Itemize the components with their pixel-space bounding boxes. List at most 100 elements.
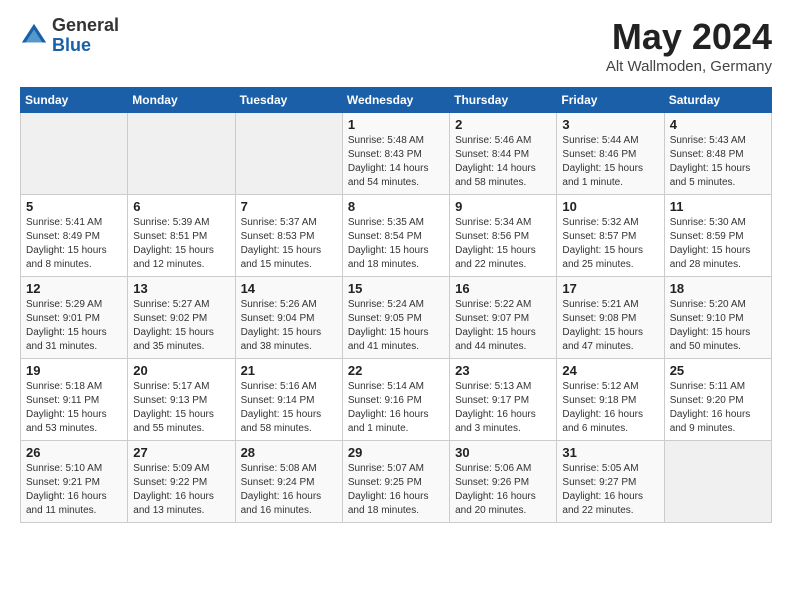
- page-header: General Blue May 2024 Alt Wallmoden, Ger…: [20, 16, 772, 75]
- week-row-4: 19 Sunrise: 5:18 AM Sunset: 9:11 PM Dayli…: [21, 359, 772, 441]
- day-number: 19: [26, 363, 122, 378]
- day-number: 18: [670, 281, 766, 296]
- day-cell: 27 Sunrise: 5:09 AM Sunset: 9:22 PM Dayli…: [128, 441, 235, 523]
- day-cell: 22 Sunrise: 5:14 AM Sunset: 9:16 PM Dayli…: [342, 359, 449, 441]
- day-cell: 24 Sunrise: 5:12 AM Sunset: 9:18 PM Dayli…: [557, 359, 664, 441]
- day-number: 25: [670, 363, 766, 378]
- day-cell: 17 Sunrise: 5:21 AM Sunset: 9:08 PM Dayli…: [557, 277, 664, 359]
- day-cell: 26 Sunrise: 5:10 AM Sunset: 9:21 PM Dayli…: [21, 441, 128, 523]
- header-thursday: Thursday: [450, 88, 557, 113]
- day-cell: [664, 441, 771, 523]
- day-number: 17: [562, 281, 658, 296]
- day-info: Sunrise: 5:29 AM Sunset: 9:01 PM Dayligh…: [26, 298, 122, 354]
- day-cell: 11 Sunrise: 5:30 AM Sunset: 8:59 PM Dayli…: [664, 195, 771, 277]
- day-info: Sunrise: 5:27 AM Sunset: 9:02 PM Dayligh…: [133, 298, 229, 354]
- day-info: Sunrise: 5:17 AM Sunset: 9:13 PM Dayligh…: [133, 380, 229, 436]
- header-tuesday: Tuesday: [235, 88, 342, 113]
- day-info: Sunrise: 5:34 AM Sunset: 8:56 PM Dayligh…: [455, 216, 551, 272]
- day-cell: 29 Sunrise: 5:07 AM Sunset: 9:25 PM Dayli…: [342, 441, 449, 523]
- day-number: 31: [562, 445, 658, 460]
- day-cell: 19 Sunrise: 5:18 AM Sunset: 9:11 PM Dayli…: [21, 359, 128, 441]
- day-number: 5: [26, 199, 122, 214]
- day-info: Sunrise: 5:46 AM Sunset: 8:44 PM Dayligh…: [455, 134, 551, 190]
- logo-blue-text: Blue: [52, 36, 119, 56]
- day-info: Sunrise: 5:48 AM Sunset: 8:43 PM Dayligh…: [348, 134, 444, 190]
- day-info: Sunrise: 5:41 AM Sunset: 8:49 PM Dayligh…: [26, 216, 122, 272]
- day-info: Sunrise: 5:20 AM Sunset: 9:10 PM Dayligh…: [670, 298, 766, 354]
- day-info: Sunrise: 5:43 AM Sunset: 8:48 PM Dayligh…: [670, 134, 766, 190]
- day-cell: [128, 113, 235, 195]
- header-friday: Friday: [557, 88, 664, 113]
- day-info: Sunrise: 5:37 AM Sunset: 8:53 PM Dayligh…: [241, 216, 337, 272]
- calendar-title: May 2024: [606, 16, 772, 58]
- day-cell: 12 Sunrise: 5:29 AM Sunset: 9:01 PM Dayli…: [21, 277, 128, 359]
- logo-icon: [20, 22, 48, 50]
- header-monday: Monday: [128, 88, 235, 113]
- day-number: 16: [455, 281, 551, 296]
- day-cell: 3Sunrise: 5:44 AM Sunset: 8:46 PM Daylig…: [557, 113, 664, 195]
- weekday-header-row: Sunday Monday Tuesday Wednesday Thursday…: [21, 88, 772, 113]
- day-cell: 2 Sunrise: 5:46 AM Sunset: 8:44 PM Daylig…: [450, 113, 557, 195]
- day-cell: 1Sunrise: 5:48 AM Sunset: 8:43 PM Daylig…: [342, 113, 449, 195]
- day-cell: 4 Sunrise: 5:43 AM Sunset: 8:48 PM Daylig…: [664, 113, 771, 195]
- day-info: Sunrise: 5:39 AM Sunset: 8:51 PM Dayligh…: [133, 216, 229, 272]
- day-number: 11: [670, 199, 766, 214]
- day-info: Sunrise: 5:08 AM Sunset: 9:24 PM Dayligh…: [241, 462, 337, 518]
- day-number: 29: [348, 445, 444, 460]
- day-number: 13: [133, 281, 229, 296]
- day-number: 26: [26, 445, 122, 460]
- day-number: 27: [133, 445, 229, 460]
- day-number: 4: [670, 117, 766, 132]
- day-info: Sunrise: 5:22 AM Sunset: 9:07 PM Dayligh…: [455, 298, 551, 354]
- header-wednesday: Wednesday: [342, 88, 449, 113]
- day-number: 23: [455, 363, 551, 378]
- day-cell: 15Sunrise: 5:24 AM Sunset: 9:05 PM Dayli…: [342, 277, 449, 359]
- day-number: 3: [562, 117, 658, 132]
- day-number: 12: [26, 281, 122, 296]
- day-cell: 21 Sunrise: 5:16 AM Sunset: 9:14 PM Dayli…: [235, 359, 342, 441]
- day-cell: 25 Sunrise: 5:11 AM Sunset: 9:20 PM Dayli…: [664, 359, 771, 441]
- day-cell: 31Sunrise: 5:05 AM Sunset: 9:27 PM Dayli…: [557, 441, 664, 523]
- logo: General Blue: [20, 16, 119, 56]
- day-info: Sunrise: 5:16 AM Sunset: 9:14 PM Dayligh…: [241, 380, 337, 436]
- day-cell: 14 Sunrise: 5:26 AM Sunset: 9:04 PM Dayli…: [235, 277, 342, 359]
- header-saturday: Saturday: [664, 88, 771, 113]
- day-info: Sunrise: 5:09 AM Sunset: 9:22 PM Dayligh…: [133, 462, 229, 518]
- day-number: 14: [241, 281, 337, 296]
- week-row-1: 1Sunrise: 5:48 AM Sunset: 8:43 PM Daylig…: [21, 113, 772, 195]
- day-info: Sunrise: 5:18 AM Sunset: 9:11 PM Dayligh…: [26, 380, 122, 436]
- header-sunday: Sunday: [21, 88, 128, 113]
- day-info: Sunrise: 5:14 AM Sunset: 9:16 PM Dayligh…: [348, 380, 444, 436]
- day-info: Sunrise: 5:21 AM Sunset: 9:08 PM Dayligh…: [562, 298, 658, 354]
- day-info: Sunrise: 5:11 AM Sunset: 9:20 PM Dayligh…: [670, 380, 766, 436]
- day-number: 10: [562, 199, 658, 214]
- day-number: 21: [241, 363, 337, 378]
- week-row-3: 12 Sunrise: 5:29 AM Sunset: 9:01 PM Dayli…: [21, 277, 772, 359]
- day-cell: 28 Sunrise: 5:08 AM Sunset: 9:24 PM Dayli…: [235, 441, 342, 523]
- day-cell: 5 Sunrise: 5:41 AM Sunset: 8:49 PM Daylig…: [21, 195, 128, 277]
- day-info: Sunrise: 5:07 AM Sunset: 9:25 PM Dayligh…: [348, 462, 444, 518]
- week-row-2: 5 Sunrise: 5:41 AM Sunset: 8:49 PM Daylig…: [21, 195, 772, 277]
- day-info: Sunrise: 5:26 AM Sunset: 9:04 PM Dayligh…: [241, 298, 337, 354]
- day-cell: 13 Sunrise: 5:27 AM Sunset: 9:02 PM Dayli…: [128, 277, 235, 359]
- day-number: 6: [133, 199, 229, 214]
- day-info: Sunrise: 5:35 AM Sunset: 8:54 PM Dayligh…: [348, 216, 444, 272]
- day-number: 9: [455, 199, 551, 214]
- title-block: May 2024 Alt Wallmoden, Germany: [606, 16, 772, 75]
- day-number: 15: [348, 281, 444, 296]
- day-info: Sunrise: 5:12 AM Sunset: 9:18 PM Dayligh…: [562, 380, 658, 436]
- calendar-location: Alt Wallmoden, Germany: [606, 58, 772, 75]
- day-info: Sunrise: 5:30 AM Sunset: 8:59 PM Dayligh…: [670, 216, 766, 272]
- day-number: 7: [241, 199, 337, 214]
- day-cell: 10Sunrise: 5:32 AM Sunset: 8:57 PM Dayli…: [557, 195, 664, 277]
- day-info: Sunrise: 5:10 AM Sunset: 9:21 PM Dayligh…: [26, 462, 122, 518]
- day-number: 2: [455, 117, 551, 132]
- day-cell: [235, 113, 342, 195]
- day-number: 22: [348, 363, 444, 378]
- day-cell: [21, 113, 128, 195]
- day-cell: 18 Sunrise: 5:20 AM Sunset: 9:10 PM Dayli…: [664, 277, 771, 359]
- day-number: 24: [562, 363, 658, 378]
- day-info: Sunrise: 5:06 AM Sunset: 9:26 PM Dayligh…: [455, 462, 551, 518]
- day-cell: 16 Sunrise: 5:22 AM Sunset: 9:07 PM Dayli…: [450, 277, 557, 359]
- day-number: 28: [241, 445, 337, 460]
